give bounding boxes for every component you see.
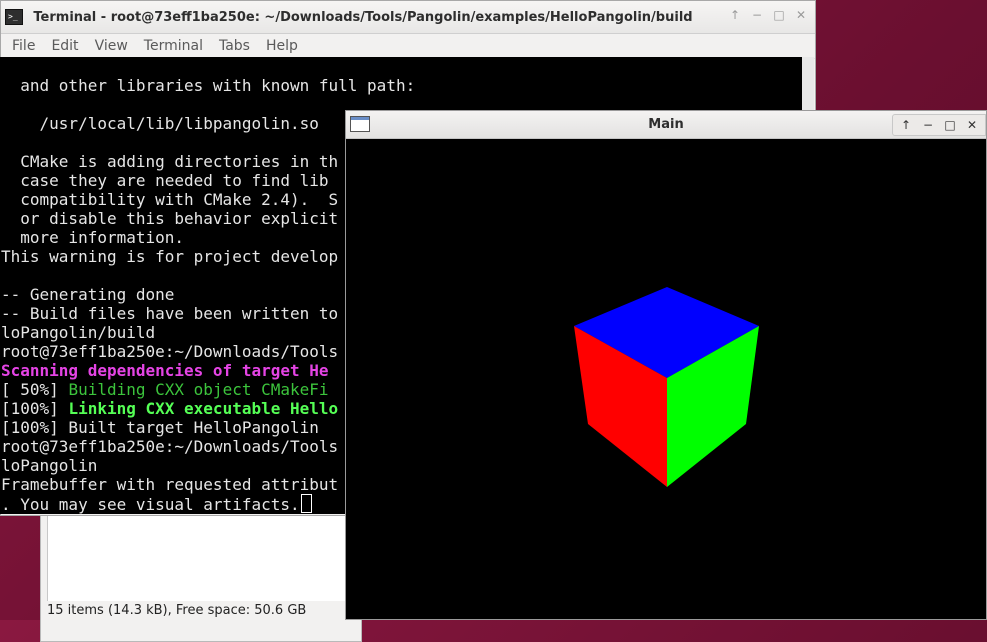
menu-view[interactable]: View <box>87 34 136 58</box>
maximize-icon[interactable]: □ <box>941 115 959 135</box>
main-titlebar[interactable]: Main ↑ − □ ✕ <box>346 111 986 139</box>
terminal-line: [100%] Linking CXX executable Hello <box>1 399 338 418</box>
render-canvas[interactable] <box>346 139 986 619</box>
terminal-line: /usr/local/lib/libpangolin.so <box>1 114 319 133</box>
menu-help[interactable]: Help <box>258 34 306 58</box>
terminal-title: Terminal - root@73eff1ba250e: ~/Download… <box>33 10 693 25</box>
close-icon[interactable]: ✕ <box>963 115 981 135</box>
file-manager-window: 15 items (14.3 kB), Free space: 50.6 GB <box>40 500 362 642</box>
terminal-line: case they are needed to find lib <box>1 171 329 190</box>
terminal-line: root@73eff1ba250e:~/Downloads/Tools <box>1 342 339 361</box>
terminal-line: CMake is adding directories in th <box>1 152 339 171</box>
terminal-line: compatibility with CMake 2.4). S <box>1 190 339 209</box>
menu-edit[interactable]: Edit <box>43 34 86 58</box>
shade-up-icon[interactable]: ↑ <box>729 7 741 23</box>
close-icon[interactable]: ✕ <box>795 7 807 23</box>
terminal-menubar: File Edit View Terminal Tabs Help <box>1 34 815 59</box>
terminal-line: -- Generating done <box>1 285 175 304</box>
terminal-line: This warning is for project develop <box>1 247 339 266</box>
terminal-line: Framebuffer with requested attribut <box>1 475 339 494</box>
menu-terminal[interactable]: Terminal <box>136 34 211 58</box>
minimize-icon[interactable]: − <box>919 115 937 135</box>
main-window[interactable]: Main ↑ − □ ✕ <box>345 110 987 620</box>
minimize-icon[interactable]: − <box>751 7 763 23</box>
file-manager-status: 15 items (14.3 kB), Free space: 50.6 GB <box>47 603 307 618</box>
terminal-titlebar[interactable]: >_ Terminal - root@73eff1ba250e: ~/Downl… <box>1 1 815 34</box>
terminal-line: . You may see visual artifacts. <box>1 494 312 514</box>
terminal-line: -- Build files have been written to <box>1 304 339 323</box>
menu-tabs[interactable]: Tabs <box>211 34 258 58</box>
terminal-line: [ 50%] Building CXX object CMakeFi <box>1 380 329 399</box>
maximize-icon[interactable]: □ <box>773 7 785 23</box>
terminal-line: loPangolin/build <box>1 323 156 342</box>
file-manager-pane[interactable] <box>47 501 348 601</box>
terminal-line: root@73eff1ba250e:~/Downloads/Tools <box>1 437 339 456</box>
text-cursor <box>300 494 312 513</box>
shade-up-icon[interactable]: ↑ <box>897 115 915 135</box>
terminal-last-text: . You may see visual artifacts. <box>1 495 300 514</box>
terminal-line: [100%] Built target HelloPangolin <box>1 418 319 437</box>
build-text: Building CXX object CMakeFi <box>68 380 329 399</box>
terminal-line: or disable this behavior explicit <box>1 209 339 228</box>
terminal-line: Scanning dependencies of target He <box>1 361 329 380</box>
terminal-line: loPangolin <box>1 456 98 475</box>
terminal-line: and other libraries with known full path… <box>1 76 416 95</box>
main-title: Main <box>648 117 684 132</box>
progress-prefix: [100%] <box>1 399 69 418</box>
menu-file[interactable]: File <box>4 34 43 58</box>
terminal-line: more information. <box>1 228 185 247</box>
progress-prefix: [ 50%] <box>1 380 69 399</box>
link-text: Linking CXX executable Hello <box>68 399 339 418</box>
